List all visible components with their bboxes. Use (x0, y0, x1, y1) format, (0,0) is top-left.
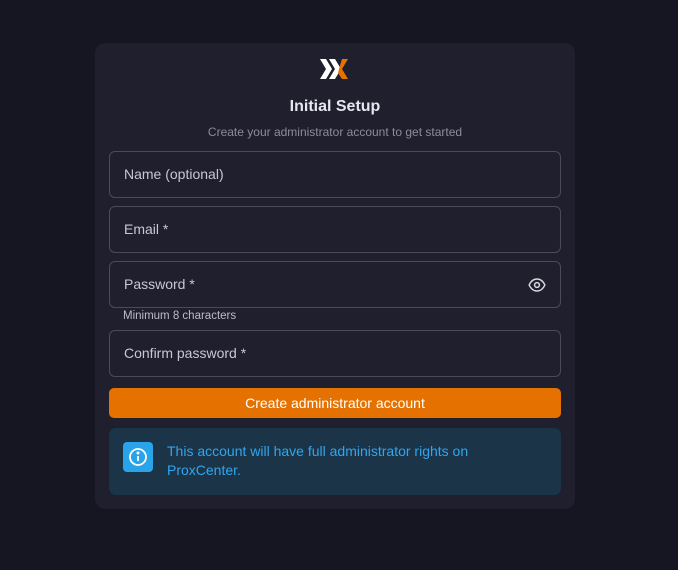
page-subtitle: Create your administrator account to get… (207, 125, 463, 139)
info-alert: This account will have full administrato… (109, 428, 561, 495)
name-field[interactable]: Name (optional) (109, 151, 561, 198)
eye-icon[interactable] (528, 276, 546, 294)
confirm-password-field[interactable]: Confirm password * (109, 330, 561, 377)
info-icon (123, 442, 153, 472)
email-input[interactable] (110, 207, 560, 252)
page-title: Initial Setup (289, 98, 381, 115)
create-account-button[interactable]: Create administrator account (109, 388, 561, 418)
name-input[interactable] (110, 152, 560, 197)
password-field[interactable]: Password * (109, 261, 561, 308)
proxcenter-logo-icon (320, 59, 348, 79)
info-message: This account will have full administrato… (167, 443, 469, 478)
confirm-password-input[interactable] (110, 331, 560, 376)
password-input[interactable] (110, 262, 560, 307)
email-field[interactable]: Email * (109, 206, 561, 253)
password-helper-text: Minimum 8 characters (123, 310, 237, 322)
setup-card: Initial Setup Create your administrator … (95, 43, 575, 509)
